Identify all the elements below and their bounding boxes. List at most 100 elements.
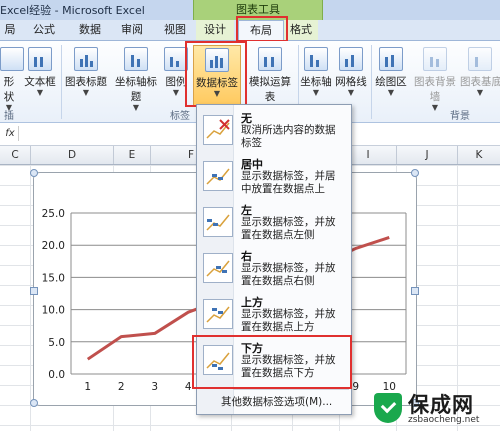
chart-floor-icon <box>468 47 492 71</box>
plot-area-label: 绘图区 <box>375 76 407 88</box>
axis-title-icon <box>124 47 148 71</box>
grid-line <box>30 165 31 431</box>
resize-handle[interactable] <box>411 287 419 295</box>
column-header[interactable]: K <box>458 146 500 164</box>
textbox-label: 文本框 <box>24 76 56 88</box>
data-table-icon <box>258 47 282 71</box>
tab-design[interactable]: 设计 <box>196 20 234 40</box>
data-table-button[interactable]: 模拟运算表 ▼ <box>245 45 295 112</box>
chart-wall-label: 图表背景墙 <box>414 76 456 103</box>
legend-button[interactable]: 图例 ▼ <box>164 45 188 105</box>
data-table-label: 模拟运算表 <box>249 76 291 103</box>
labels-above-icon <box>203 299 233 329</box>
menu-item-left[interactable]: 左 显示数据标签，并放置在数据点左侧 <box>199 201 349 247</box>
column-header[interactable]: D <box>31 146 114 164</box>
dropdown-arrow-icon: ▼ <box>36 88 44 97</box>
gridlines-icon <box>339 47 363 71</box>
labels-center-icon <box>203 161 233 191</box>
data-labels-button[interactable]: 数据标签 ▼ <box>193 45 241 107</box>
more-data-label-options[interactable]: 其他数据标签选项(M)... <box>221 394 332 409</box>
tab-format[interactable]: 格式 <box>284 20 318 40</box>
resize-handle[interactable] <box>411 169 419 177</box>
watermark: 保成网 zsbaocheng.net <box>368 388 498 428</box>
labels-right-icon <box>203 253 233 283</box>
data-labels-icon <box>205 48 229 72</box>
axes-label: 坐标轴 <box>300 76 332 88</box>
legend-icon <box>164 47 188 71</box>
no-labels-icon <box>203 115 233 145</box>
window-title: Excel经验 - Microsoft Excel <box>0 4 145 17</box>
y-tick-label: 0.0 <box>48 369 65 381</box>
axis-title-label: 坐标轴标题 <box>115 76 157 103</box>
dropdown-arrow-icon: ▼ <box>172 88 180 97</box>
watermark-url: zsbaocheng.net <box>408 415 480 425</box>
chart-tools-context-label: 图表工具 <box>193 0 323 20</box>
resize-handle[interactable] <box>30 169 38 177</box>
group-label-insert: 插入 <box>4 111 14 137</box>
axis-title-button[interactable]: 坐标轴标题 ▼ <box>110 45 162 112</box>
menu-item-none[interactable]: 无 取消所选内容的数据标签 <box>199 109 349 155</box>
ribbon-tabs: 局 公式 数据 审阅 视图 设计 布局 格式 <box>0 16 500 42</box>
tab-formulas[interactable]: 公式 <box>26 20 62 40</box>
chart-floor-label: 图表基底 <box>460 76 500 88</box>
textbox-button[interactable]: 文本框 ▼ <box>22 45 58 105</box>
menu-item-right[interactable]: 右 显示数据标签，并放置在数据点右侧 <box>199 247 349 293</box>
legend-label: 图例 <box>165 76 187 88</box>
resize-handle[interactable] <box>30 287 38 295</box>
insert-function-icon[interactable]: fx <box>2 126 19 141</box>
x-tick-label: 9 <box>352 381 359 393</box>
x-tick-label: 2 <box>118 381 125 393</box>
x-tick-label: 3 <box>151 381 158 393</box>
shape-button[interactable]: 形状 ▼ <box>0 45 24 112</box>
plot-area-button[interactable]: 绘图区 ▼ <box>373 45 409 105</box>
data-labels-menu: 无 取消所选内容的数据标签 居中 显示数据标签，并居中放置在数据点上 左 显示数… <box>192 104 352 415</box>
data-labels-label: 数据标签 <box>196 77 238 89</box>
tab-layout-partial[interactable]: 局 <box>0 20 20 40</box>
chart-title-label: 图表标题 <box>65 76 107 88</box>
y-tick-label: 20.0 <box>42 240 65 252</box>
dropdown-arrow-icon: ▼ <box>213 89 221 98</box>
menu-item-description: 显示数据标签，并放置在数据点左侧 <box>241 216 336 241</box>
column-header[interactable]: C <box>0 146 31 164</box>
menu-item-description: 显示数据标签，并放置在数据点下方 <box>241 354 336 379</box>
menu-item-center[interactable]: 居中 显示数据标签，并居中放置在数据点上 <box>199 155 349 201</box>
tab-review[interactable]: 审阅 <box>114 20 150 40</box>
tab-data[interactable]: 数据 <box>72 20 108 40</box>
labels-left-icon <box>203 207 233 237</box>
dropdown-arrow-icon: ▼ <box>347 88 355 97</box>
labels-below-icon <box>203 345 233 375</box>
menu-separator <box>233 389 349 390</box>
y-tick-label: 15.0 <box>42 272 65 284</box>
axes-button[interactable]: 坐标轴 ▼ <box>300 45 332 105</box>
y-tick-label: 10.0 <box>42 305 65 317</box>
column-header[interactable]: E <box>114 146 151 164</box>
tab-layout[interactable]: 布局 <box>238 20 284 41</box>
y-tick-label: 25.0 <box>42 208 65 220</box>
gridlines-label: 网格线 <box>335 76 367 88</box>
x-tick-label: 4 <box>185 381 192 393</box>
resize-handle[interactable] <box>30 399 38 407</box>
menu-item-description: 显示数据标签，并放置在数据点右侧 <box>241 262 336 287</box>
chart-title-button[interactable]: 图表标题 ▼ <box>64 45 108 105</box>
dropdown-arrow-icon: ▼ <box>476 88 484 97</box>
menu-item-description: 显示数据标签，并放置在数据点上方 <box>241 308 336 333</box>
chart-wall-button: 图表背景墙 ▼ <box>410 45 460 112</box>
menu-item-above[interactable]: 上方 显示数据标签，并放置在数据点上方 <box>199 293 349 339</box>
group-separator <box>371 45 372 119</box>
plot-area-icon <box>379 47 403 71</box>
shape-icon <box>0 47 24 71</box>
menu-item-below[interactable]: 下方 显示数据标签，并放置在数据点下方 <box>199 339 349 385</box>
group-separator <box>61 45 62 119</box>
chart-title-icon <box>74 47 98 71</box>
shield-check-icon <box>374 393 402 423</box>
shape-label: 形状 <box>3 76 15 103</box>
column-header[interactable]: J <box>397 146 458 164</box>
tab-view[interactable]: 视图 <box>157 20 193 40</box>
chart-floor-button: 图表基底 ▼ <box>460 45 500 105</box>
context-group-label: 图表工具 <box>236 3 280 16</box>
gridlines-button[interactable]: 网格线 ▼ <box>334 45 368 105</box>
y-tick-label: 5.0 <box>48 337 65 349</box>
x-tick-label: 1 <box>84 381 91 393</box>
textbox-icon <box>28 47 52 71</box>
menu-item-description: 取消所选内容的数据标签 <box>241 124 336 149</box>
